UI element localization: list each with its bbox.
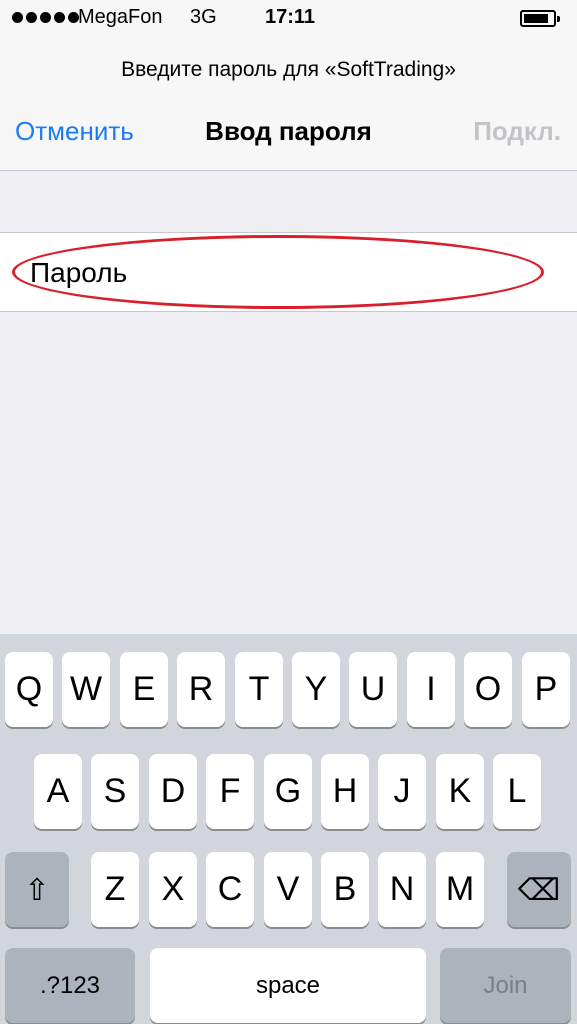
key-s[interactable]: S bbox=[91, 754, 139, 829]
key-y[interactable]: Y bbox=[292, 652, 340, 727]
key-v[interactable]: V bbox=[264, 852, 312, 927]
key-b[interactable]: B bbox=[321, 852, 369, 927]
cancel-button[interactable]: Отменить bbox=[15, 116, 134, 147]
shift-key[interactable]: ⇧ bbox=[5, 852, 69, 927]
prompt-text: Введите пароль для «SoftTrading» bbox=[121, 58, 456, 81]
key-q[interactable]: Q bbox=[5, 652, 53, 727]
key-r[interactable]: R bbox=[177, 652, 225, 727]
key-j[interactable]: J bbox=[378, 754, 426, 829]
key-h[interactable]: H bbox=[321, 754, 369, 829]
key-p[interactable]: P bbox=[522, 652, 570, 727]
key-d[interactable]: D bbox=[149, 754, 197, 829]
shift-icon: ⇧ bbox=[24, 874, 50, 907]
network-type: 3G bbox=[190, 6, 217, 28]
key-x[interactable]: X bbox=[149, 852, 197, 927]
key-i[interactable]: I bbox=[407, 652, 455, 727]
numbers-key[interactable]: .?123 bbox=[5, 948, 135, 1023]
key-z[interactable]: Z bbox=[91, 852, 139, 927]
key-e[interactable]: E bbox=[120, 652, 168, 727]
key-f[interactable]: F bbox=[206, 754, 254, 829]
delete-key[interactable]: ⌫ bbox=[507, 852, 571, 927]
space-key[interactable]: space bbox=[150, 948, 426, 1023]
join-key[interactable]: Join bbox=[440, 948, 571, 1023]
password-placeholder: Пароль bbox=[30, 257, 128, 288]
key-g[interactable]: G bbox=[264, 754, 312, 829]
password-field[interactable]: Пароль bbox=[0, 232, 577, 312]
key-k[interactable]: K bbox=[436, 754, 484, 829]
key-m[interactable]: M bbox=[436, 852, 484, 927]
key-t[interactable]: T bbox=[235, 652, 283, 727]
delete-icon: ⌫ bbox=[517, 874, 561, 907]
carrier-name: MegaFon bbox=[78, 6, 163, 28]
clock: 17:11 bbox=[265, 6, 316, 28]
keyboard: Q W E R T Y U I O P A S D F G H J K L ⇧ … bbox=[0, 634, 577, 1024]
signal-dots-icon bbox=[12, 12, 79, 23]
key-c[interactable]: C bbox=[206, 852, 254, 927]
key-o[interactable]: O bbox=[464, 652, 512, 727]
key-n[interactable]: N bbox=[378, 852, 426, 927]
key-a[interactable]: A bbox=[34, 754, 82, 829]
navigation-bar: Введите пароль для «SoftTrading» Ввод па… bbox=[0, 40, 577, 171]
status-bar: MegaFon 3G 17:11 bbox=[0, 0, 577, 40]
battery-icon bbox=[520, 10, 560, 27]
key-w[interactable]: W bbox=[62, 652, 110, 727]
key-u[interactable]: U bbox=[349, 652, 397, 727]
key-l[interactable]: L bbox=[493, 754, 541, 829]
connect-button[interactable]: Подкл. bbox=[473, 116, 561, 147]
